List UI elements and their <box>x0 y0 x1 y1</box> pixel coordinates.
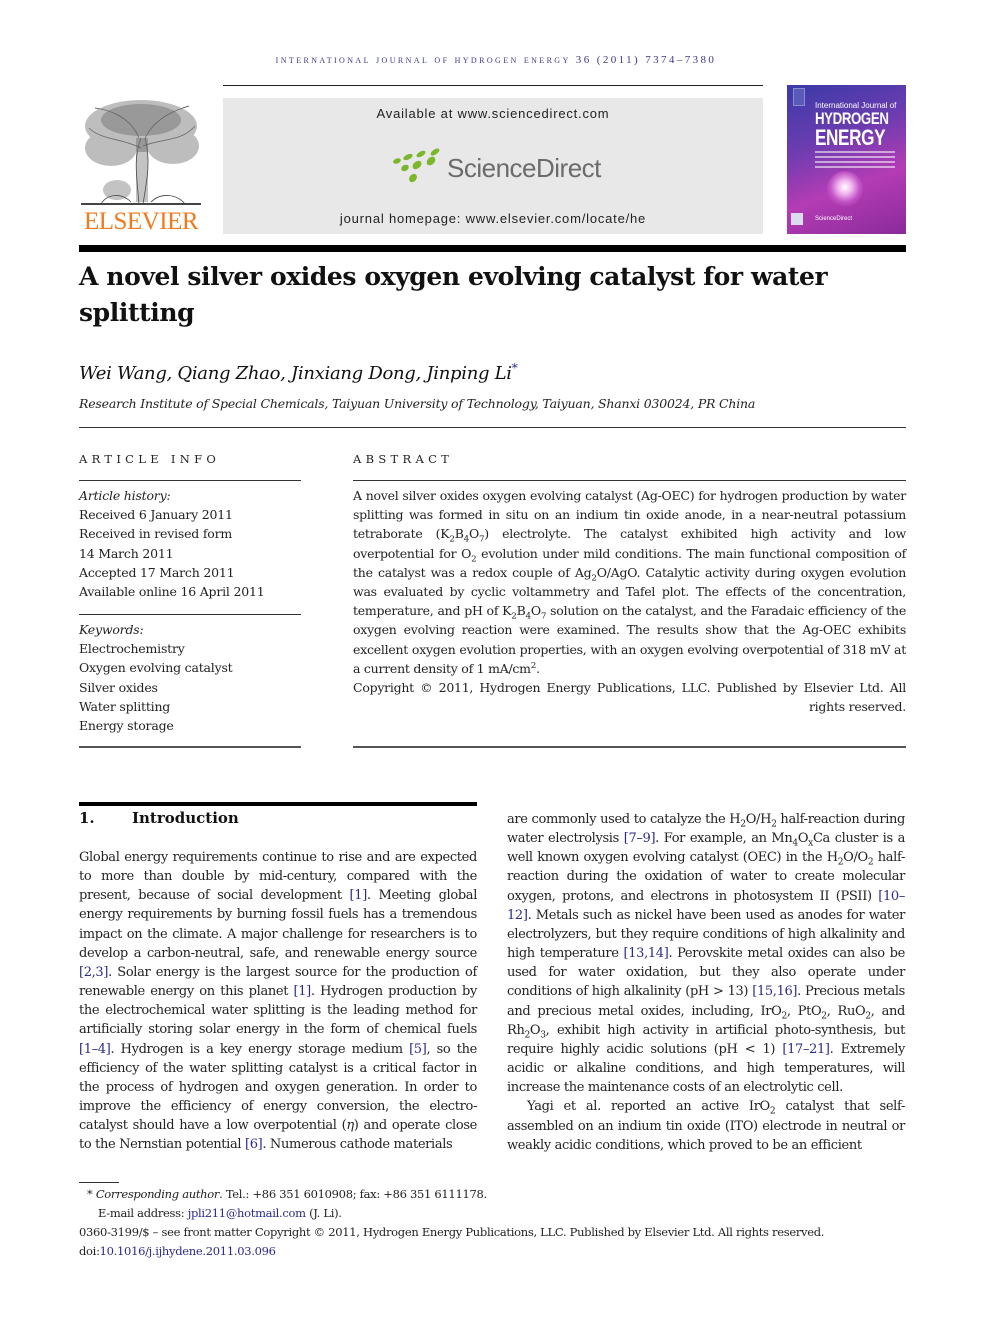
keyword-item: Electrochemistry <box>79 641 185 657</box>
footnotes: * Corresponding author. Tel.: +86 351 60… <box>79 1185 909 1261</box>
history-item: Received 6 January 2011 <box>79 507 233 523</box>
citation-link[interactable]: [10–12] <box>507 889 905 923</box>
journal-homepage-link[interactable]: journal homepage: www.elsevier.com/locat… <box>223 211 763 226</box>
elsevier-logo[interactable]: ELSEVIER <box>79 98 203 238</box>
body-paragraph: are commonly used to catalyze the H2O/H2… <box>507 812 906 1096</box>
body-paragraph: Global energy requirements continue to r… <box>79 850 478 1153</box>
corresponding-author-mark[interactable]: * <box>512 361 518 375</box>
section-number: 1. <box>79 809 95 827</box>
history-item: Available online 16 April 2011 <box>79 584 265 600</box>
available-at-text[interactable]: Available at www.sciencedirect.com <box>223 106 763 121</box>
cover-title-line3: ENERGY <box>815 125 886 150</box>
section-heading-introduction: 1. Introduction <box>79 809 239 827</box>
keywords-bottom-rule <box>79 746 301 748</box>
keyword-item: Water splitting <box>79 698 171 714</box>
keywords-label: Keywords: <box>79 622 144 637</box>
body-paragraph: Yagi et al. reported an active IrO2 cata… <box>507 1099 906 1153</box>
cover-editor-lines <box>815 151 895 171</box>
intro-column-left: Global energy requirements continue to r… <box>79 848 477 1155</box>
keyword-item: Oxygen evolving catalyst <box>79 660 233 676</box>
elsevier-wordmark: ELSEVIER <box>83 208 199 235</box>
cover-sciencedirect-text: ScienceDirect <box>815 216 853 222</box>
article-info-heading: ARTICLE INFO <box>79 452 221 466</box>
article-history-label: Article history: <box>79 488 171 503</box>
abstract-copyright: Copyright © 2011, Hydrogen Energy Public… <box>353 680 906 715</box>
sciencedirect-dots-icon <box>393 148 440 183</box>
article-info-rule <box>79 480 301 481</box>
abstract-rule <box>353 480 906 481</box>
cover-elsevier-badge-icon <box>793 88 805 106</box>
keyword-item: Energy storage <box>79 718 174 734</box>
citation-link[interactable]: [1–4] <box>79 1042 111 1057</box>
header-rule <box>223 85 763 86</box>
issn-line: 0360-3199/$ – see front matter Copyright… <box>79 1225 825 1239</box>
introduction-rule <box>79 802 477 806</box>
sciencedirect-banner: Available at www.sciencedirect.com Scien… <box>223 98 763 234</box>
doi-link[interactable]: 10.1016/j.ijhydene.2011.03.096 <box>100 1244 276 1258</box>
citation-link[interactable]: [1] <box>294 984 312 999</box>
journal-cover[interactable]: International Journal of HYDROGEN ENERGY… <box>787 85 906 234</box>
email-note: E-mail address: jpli211@hotmail.com (J. … <box>98 1206 342 1220</box>
citation-link[interactable]: [15,16] <box>752 984 797 999</box>
elsevier-tree-icon <box>81 100 201 205</box>
footnote-rule <box>79 1182 119 1183</box>
cover-society-logo-icon <box>791 213 803 225</box>
citation-link[interactable]: [6] <box>245 1137 263 1152</box>
citation-link[interactable]: [5] <box>409 1042 427 1057</box>
doi-line: doi:10.1016/j.ijhydene.2011.03.096 <box>79 1244 276 1258</box>
history-keywords-divider <box>79 614 301 615</box>
history-item: 14 March 2011 <box>79 545 174 561</box>
affiliation-divider <box>79 427 906 428</box>
sciencedirect-logo[interactable]: ScienceDirect <box>391 146 621 186</box>
citation-link[interactable]: [1] <box>350 888 368 903</box>
article-history: Article history: Received 6 January 2011… <box>79 486 301 601</box>
citation-link[interactable]: [2,3] <box>79 965 108 980</box>
citation-link[interactable]: [13,14] <box>624 946 669 961</box>
citation-link[interactable]: [17–21] <box>782 1042 830 1057</box>
keywords: Keywords: Electrochemistry Oxygen evolvi… <box>79 620 301 735</box>
section-title: Introduction <box>132 809 239 827</box>
email-link[interactable]: jpli211@hotmail.com <box>188 1206 306 1220</box>
history-item: Accepted 17 March 2011 <box>79 564 235 580</box>
author-list: Wei Wang, Qiang Zhao, Jinxiang Dong, Jin… <box>79 361 518 384</box>
abstract-body: A novel silver oxides oxygen evolving ca… <box>353 486 906 716</box>
intro-column-right: are commonly used to catalyze the H2O/H2… <box>507 810 905 1155</box>
masthead-divider <box>79 245 906 252</box>
sciencedirect-wordmark: ScienceDirect <box>447 153 601 183</box>
abstract-heading: ABSTRACT <box>353 452 454 466</box>
citation-link[interactable]: [7–9] <box>624 831 656 846</box>
abstract-paragraph: A novel silver oxides oxygen evolving ca… <box>353 488 906 676</box>
abstract-bottom-rule <box>353 746 906 748</box>
cover-orb-icon <box>827 171 863 207</box>
keyword-item: Silver oxides <box>79 679 158 695</box>
article-title: A novel silver oxides oxygen evolving ca… <box>79 262 828 327</box>
affiliation: Research Institute of Special Chemicals,… <box>79 396 756 411</box>
running-head: INTERNATIONAL JOURNAL OF HYDROGEN ENERGY… <box>275 54 717 66</box>
history-item: Received in revised form <box>79 526 233 542</box>
authors-text: Wei Wang, Qiang Zhao, Jinxiang Dong, Jin… <box>79 363 512 384</box>
corresponding-author-note: * Corresponding author. Tel.: +86 351 60… <box>87 1187 487 1201</box>
